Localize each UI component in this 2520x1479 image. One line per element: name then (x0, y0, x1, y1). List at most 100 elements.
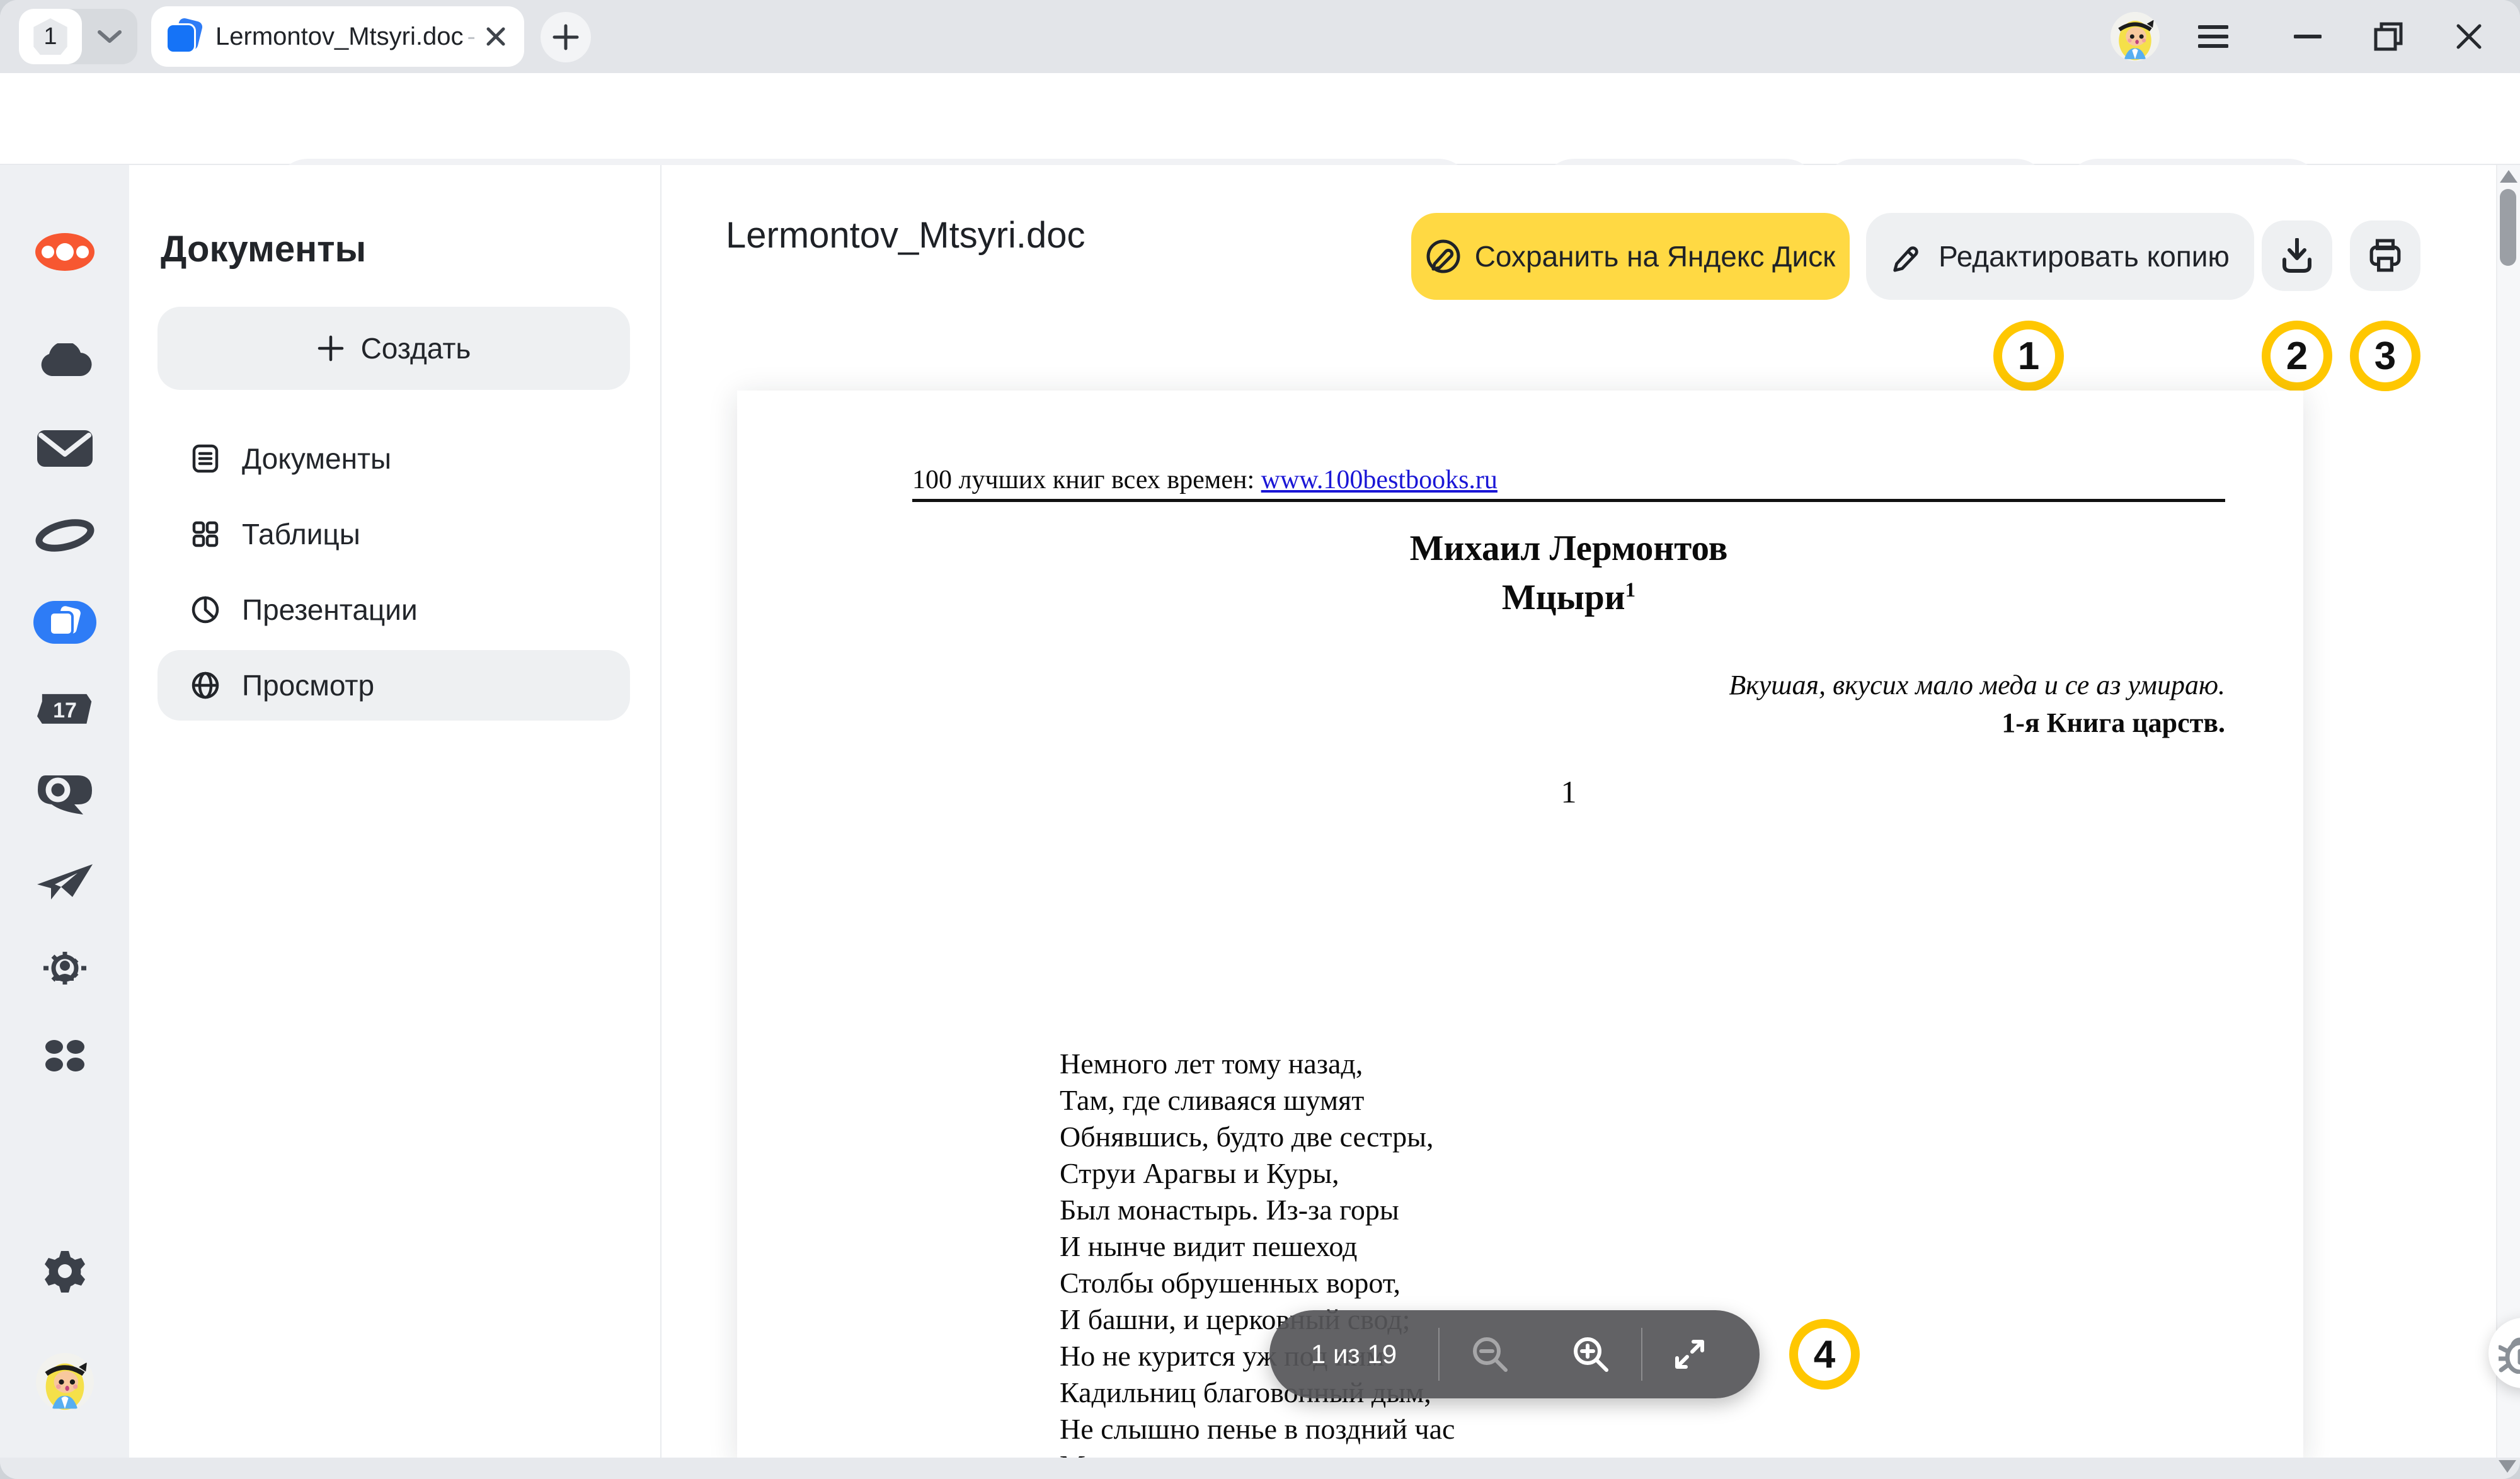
close-icon (2456, 23, 2482, 50)
sidebar-item-label: Таблицы (242, 517, 360, 551)
plus-icon (317, 334, 345, 362)
tab-counter[interactable]: 1 (19, 9, 82, 64)
close-window-button[interactable] (2441, 0, 2497, 73)
doc-header-rule (912, 499, 2225, 502)
service-disk[interactable] (0, 324, 129, 399)
scrollbar-thumb[interactable] (2500, 189, 2516, 266)
page-scrollbar[interactable] (2496, 165, 2520, 1458)
sidebar-item-view[interactable]: Просмотр (158, 650, 630, 721)
poem-line: И нынче видит пешеход (1060, 1228, 1467, 1265)
service-community[interactable] (0, 931, 129, 1007)
tab-title-ellipsis: - (467, 23, 475, 51)
download-doc-button[interactable] (2262, 220, 2332, 291)
maximize-icon (2374, 22, 2403, 51)
globe-icon (190, 670, 220, 700)
annotation-badge-3: 3 (2350, 321, 2420, 391)
orange-service-icon (34, 232, 96, 272)
minimize-button[interactable] (2279, 0, 2336, 73)
sidebar-item-documents[interactable]: Документы (158, 423, 630, 494)
music-disc-icon (35, 517, 95, 554)
paper-plane-icon (36, 863, 94, 901)
circled-pencil-icon (1426, 239, 1461, 274)
fullscreen-button[interactable] (1642, 1334, 1737, 1374)
service-orange-dots[interactable] (0, 214, 129, 290)
tab-counter-shape: 1 (32, 18, 69, 55)
rail-profile-avatar[interactable] (0, 1344, 129, 1420)
document-viewer: Lermontov_Mtsyri.doc Сохранить на Яндекс… (663, 165, 2496, 1458)
settings-button[interactable] (0, 1233, 129, 1309)
zoom-in-button[interactable] (1540, 1335, 1641, 1374)
zoom-out-button[interactable] (1440, 1335, 1540, 1374)
gear-icon (42, 1248, 88, 1294)
save-to-disk-label: Сохранить на Яндекс Диск (1475, 239, 1836, 273)
doc-header-line: 100 лучших книг всех времен: www.100best… (912, 465, 2225, 495)
edit-copy-label: Редактировать копию (1939, 239, 2230, 273)
window-bottom-edge (0, 1458, 2520, 1479)
people-gear-icon (38, 949, 91, 988)
viewer-doc-title: Lermontov_Mtsyri.doc (726, 214, 1085, 256)
service-documents-active[interactable] (0, 585, 129, 660)
new-tab-button[interactable] (541, 12, 591, 62)
zoom-out-icon (1470, 1335, 1509, 1374)
alice-avatar-icon (2110, 12, 2160, 61)
print-doc-button[interactable] (2350, 220, 2420, 291)
yandex-browser: 1 Lermontov_Mtsyri.doc - (0, 0, 2520, 1479)
create-button[interactable]: Создать (158, 307, 630, 390)
panel-title: Документы (161, 228, 366, 270)
poem-line: Там, где сливаяся шумят (1060, 1082, 1467, 1119)
bug-icon (2499, 1332, 2520, 1374)
minimize-icon (2294, 33, 2322, 40)
service-music[interactable] (0, 498, 129, 573)
pencil-icon (1891, 239, 1925, 273)
grid-icon (190, 519, 220, 549)
expand-icon (1670, 1334, 1710, 1374)
doc-author: Михаил Лермонтов (912, 528, 2225, 569)
service-mail[interactable] (0, 411, 129, 486)
tab-groups-control[interactable]: 1 (19, 9, 137, 64)
documents-icon (33, 601, 96, 644)
scroll-up-arrow[interactable] (2500, 170, 2517, 183)
pie-chart-icon (190, 595, 220, 625)
profile-avatar[interactable] (2110, 12, 2160, 61)
tab-groups-dropdown[interactable] (82, 9, 137, 64)
address-toolbar: Я docs.yandex.ru Lermontov_Mtsyri.doc - … (0, 73, 2520, 165)
annotation-badge-4: 4 (1789, 1319, 1860, 1390)
sidebar-item-label: Документы (242, 442, 391, 476)
service-messenger[interactable] (0, 757, 129, 833)
doc-header-link[interactable]: www.100bestbooks.ru (1261, 465, 1498, 494)
docs-side-panel: Документы Создать Документы (129, 165, 662, 1458)
poem-line: Струи Арагвы и Куры, (1060, 1155, 1467, 1192)
poem-line: Был монастырь. Из-за горы (1060, 1192, 1467, 1228)
sidebar-item-presentations[interactable]: Презентации (158, 574, 630, 645)
hamburger-menu-icon (2198, 25, 2228, 49)
printer-icon (2368, 239, 2402, 273)
service-send[interactable] (0, 844, 129, 920)
footnote-marker: 1 (1625, 579, 1636, 602)
edit-copy-button[interactable]: Редактировать копию (1866, 213, 2254, 300)
plus-icon (552, 23, 580, 51)
chevron-down-icon (97, 29, 122, 44)
zoom-in-icon (1571, 1335, 1610, 1374)
tab-bar: 1 Lermontov_Mtsyri.doc - (0, 0, 2520, 73)
page-indicator: 1 из 19 (1269, 1339, 1438, 1369)
scroll-down-arrow[interactable] (2499, 1460, 2516, 1473)
browser-menu-button[interactable] (2185, 0, 2242, 73)
calendar-icon: 17 (37, 689, 93, 729)
service-all-apps[interactable] (0, 1018, 129, 1094)
tab-count: 1 (43, 23, 57, 50)
poem-line: Обнявшись, будто две сестры, (1060, 1119, 1467, 1155)
active-tab[interactable]: Lermontov_Mtsyri.doc - (151, 6, 524, 67)
document-icon (190, 443, 220, 474)
service-calendar[interactable]: 17 (0, 671, 129, 747)
save-to-disk-button[interactable]: Сохранить на Яндекс Диск (1411, 213, 1850, 300)
cloud-icon (37, 343, 93, 380)
tab-close-icon[interactable] (484, 25, 507, 48)
poem-line: Немного лет тому назад, (1060, 1046, 1467, 1082)
services-rail: 17 (0, 165, 129, 1458)
sidebar-item-tables[interactable]: Таблицы (158, 499, 630, 569)
mail-icon (36, 429, 94, 468)
browser-window: 1 Lermontov_Mtsyri.doc - (0, 0, 2520, 1479)
maximize-button[interactable] (2360, 0, 2417, 73)
apps-grid-icon (43, 1038, 87, 1073)
alice-avatar-icon (36, 1353, 94, 1411)
